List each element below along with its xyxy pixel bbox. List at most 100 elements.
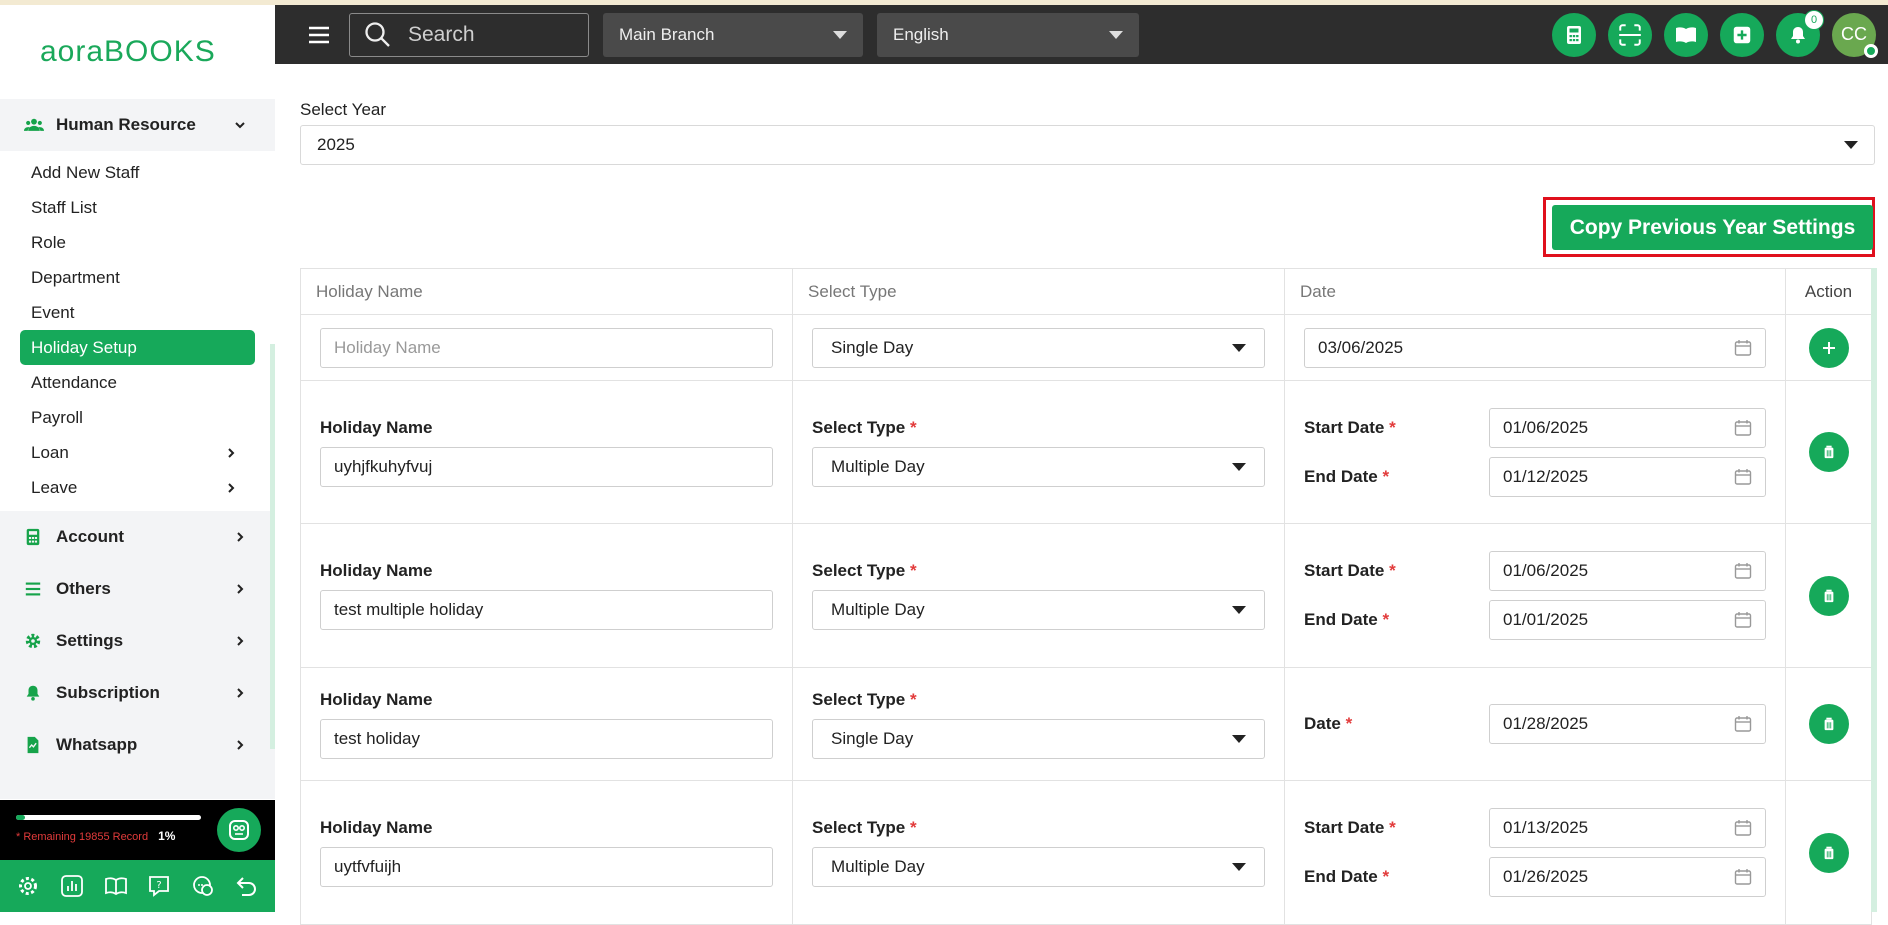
guide-button[interactable] [1664,12,1708,57]
sidebar-item-staff-list[interactable]: Staff List [20,190,255,225]
date-value: 01/06/2025 [1503,417,1589,437]
sidebar-group-account[interactable]: Account [0,511,275,563]
upgrade-button[interactable] [217,808,261,852]
holiday-type-select[interactable]: Multiple Day [812,847,1266,887]
bar-chart-icon[interactable] [59,873,85,899]
required-mark: * [910,689,917,709]
sidebar-group-whatsapp[interactable]: Whatsapp [0,719,275,771]
sidebar-item-label: Holiday Setup [31,337,137,357]
sidebar-item-label: Role [31,232,66,252]
menu-toggle-button[interactable] [295,11,343,59]
chevron-right-icon [237,636,244,646]
side-menu: Human Resource Add New Staff Staff List … [0,99,275,799]
new-holiday-date-input[interactable]: 03/06/2025 [1304,327,1767,368]
sidebar-group-label: Settings [56,631,124,650]
sidebar-item-loan[interactable]: Loan [20,435,255,470]
holiday-type-select[interactable]: Multiple Day [812,590,1266,630]
required-mark: * [1345,714,1353,733]
support-chat-icon[interactable] [190,873,216,899]
calculator-button[interactable] [1552,12,1596,57]
delete-holiday-button[interactable] [1808,432,1849,472]
scan-button[interactable] [1608,12,1652,57]
sidebar-group-human-resource[interactable]: Human Resource [0,99,275,151]
sidebar-item-role[interactable]: Role [20,225,255,260]
holiday-name-input[interactable]: test holiday [320,718,774,759]
sidebar-item-label: Add New Staff [31,162,140,182]
holiday-name-label: Holiday Name [320,561,773,581]
select-type-label: Select Type * [812,818,1265,838]
column-header-select-type: Select Type [792,268,1286,315]
end-date-label: End Date * [1304,610,1489,630]
input-placeholder: Holiday Name [334,337,441,357]
sidebar-item-add-new-staff[interactable]: Add New Staff [20,155,255,190]
year-select[interactable]: 2025 [300,125,1875,165]
delete-holiday-button[interactable] [1808,704,1849,744]
quick-add-button[interactable] [1720,12,1764,57]
date-value: 01/01/2025 [1503,610,1589,629]
end-date-input[interactable]: 01/26/2025 [1489,857,1767,897]
caret-down-icon [1232,734,1247,743]
help-chat-icon[interactable]: ? [146,873,172,899]
sidebar-item-holiday-setup[interactable]: Holiday Setup [20,330,255,365]
book-icon[interactable] [103,873,129,899]
language-select[interactable]: English [877,12,1139,57]
label-text: Start Date [1304,417,1385,437]
caret-down-icon [1232,606,1247,614]
calendar-icon [1734,612,1752,628]
avatar[interactable]: CC [1832,12,1878,58]
calendar-icon [1734,339,1752,356]
sidebar-item-department[interactable]: Department [20,260,255,295]
sidebar-item-attendance[interactable]: Attendance [20,365,255,400]
select-value: Multiple Day [831,456,925,476]
required-mark: * [1382,867,1390,886]
trash-icon [1824,846,1833,859]
sidebar-group-settings[interactable]: Settings [0,615,275,667]
copy-previous-year-settings-button[interactable]: Copy Previous Year Settings [1552,205,1873,250]
date-input[interactable]: 01/28/2025 [1489,704,1767,744]
branch-select[interactable]: Main Branch [603,12,863,57]
settings-gear-icon[interactable] [15,873,41,899]
year-value: 2025 [317,135,355,154]
start-date-input[interactable]: 01/06/2025 [1489,407,1767,448]
input-value: uyhjfkuhyfvuj [334,456,433,476]
sidebar-group-others[interactable]: Others [0,563,275,615]
end-date-input[interactable]: 01/01/2025 [1489,600,1767,640]
date-value: 01/13/2025 [1503,818,1589,837]
bell-icon [24,683,44,703]
input-value: uytfvfuijh [334,857,402,876]
select-value: Single Day [831,728,914,748]
notifications-button[interactable]: 0 [1776,9,1824,57]
undo-icon[interactable] [234,873,260,899]
holiday-type-select[interactable]: Multiple Day [812,446,1266,487]
holiday-name-input[interactable]: uyhjfkuhyfvuj [320,446,774,487]
sidebar-group-label: Whatsapp [56,735,138,754]
end-date-label: End Date * [1304,467,1489,487]
add-holiday-button[interactable] [1808,327,1849,368]
delete-holiday-button[interactable] [1808,575,1849,616]
input-value: test holiday [334,728,420,748]
new-holiday-name-input[interactable]: Holiday Name [320,327,774,368]
sidebar-group-subscription[interactable]: Subscription [0,667,275,719]
search-input[interactable]: Search [349,12,589,57]
holiday-name-input[interactable]: uytfvfuijh [320,847,774,887]
holiday-type-select[interactable]: Single Day [812,718,1266,759]
sidebar-item-payroll[interactable]: Payroll [20,400,255,435]
sidebar-item-event[interactable]: Event [20,295,255,330]
start-date-input[interactable]: 01/13/2025 [1489,808,1767,848]
label-text: Select Type [812,689,906,709]
sidebar-group-label: Subscription [56,683,160,702]
logo[interactable]: aoraBOOKS [0,5,275,99]
delete-holiday-button[interactable] [1808,832,1849,873]
start-date-label: Start Date * [1304,818,1489,838]
holiday-name-input[interactable]: test multiple holiday [320,590,774,630]
sidebar-item-leave[interactable]: Leave [20,470,255,505]
content-scrollbar[interactable] [1871,268,1877,912]
search-placeholder: Search [408,22,475,46]
holiday-table: Holiday Name Select Type Date Action Hol… [299,268,1872,925]
end-date-input[interactable]: 01/12/2025 [1489,456,1767,497]
language-value: English [893,24,949,44]
start-date-label: Start Date * [1304,418,1489,438]
calendar-icon [1734,563,1752,579]
new-holiday-type-select[interactable]: Single Day [812,327,1266,368]
start-date-input[interactable]: 01/06/2025 [1489,551,1767,591]
